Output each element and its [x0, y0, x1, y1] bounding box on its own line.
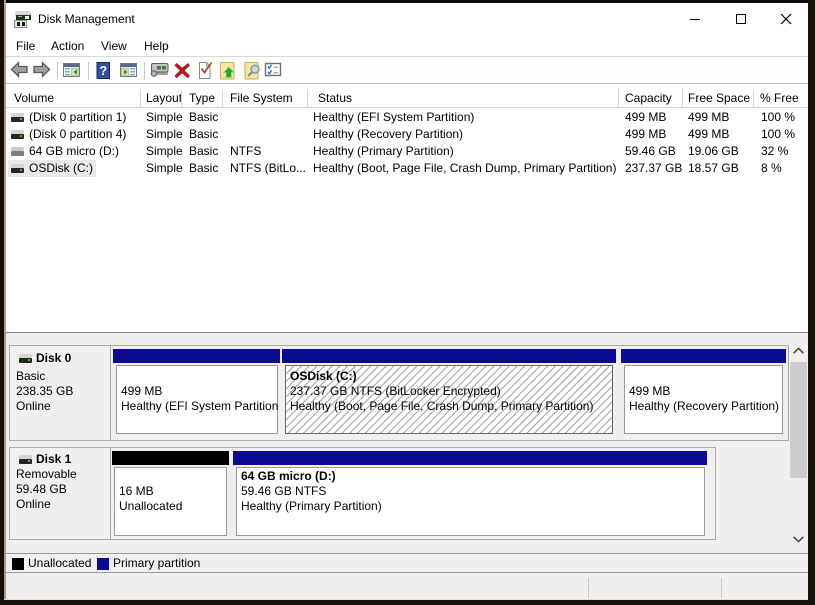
svg-text:?: ? — [99, 64, 107, 78]
